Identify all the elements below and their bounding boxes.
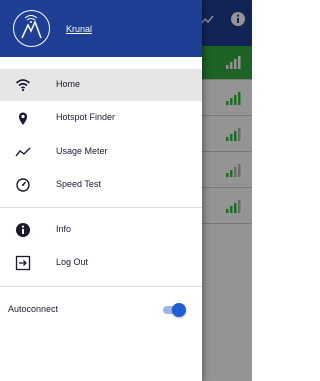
app-logo-icon xyxy=(13,10,50,47)
menu-item-label: Log Out xyxy=(56,257,89,267)
username-link[interactable]: Krunal xyxy=(66,24,92,34)
menu-item-info[interactable]: Info xyxy=(0,214,202,246)
autoconnect-toggle[interactable] xyxy=(162,303,186,317)
navigation-drawer: Krunal Home Hotspot Finder Usage Meter S… xyxy=(0,0,202,381)
menu-item-usage-meter[interactable]: Usage Meter xyxy=(0,136,202,168)
wifi-icon xyxy=(15,79,31,92)
menu-item-hotspot-finder[interactable]: Hotspot Finder xyxy=(0,102,202,134)
menu-divider xyxy=(0,207,202,208)
menu-item-speed-test[interactable]: Speed Test xyxy=(0,169,202,201)
toggle-thumb xyxy=(172,303,186,317)
trend-line-icon xyxy=(15,147,31,157)
info-icon xyxy=(16,223,30,237)
speedometer-icon xyxy=(16,178,30,192)
menu-item-label: Usage Meter xyxy=(56,146,108,156)
menu-item-log-out[interactable]: Log Out xyxy=(0,247,202,279)
autoconnect-label: Autoconnect xyxy=(8,304,59,314)
menu-item-label: Home xyxy=(56,79,81,89)
menu-item-home[interactable]: Home xyxy=(0,69,202,101)
menu-item-label: Hotspot Finder xyxy=(56,112,116,122)
location-pin-icon xyxy=(19,112,27,125)
menu-divider xyxy=(0,286,202,287)
drawer-header: Krunal xyxy=(0,0,202,57)
menu-item-label: Speed Test xyxy=(56,179,101,189)
menu-item-label: Info xyxy=(56,224,72,234)
logout-icon xyxy=(15,255,31,271)
